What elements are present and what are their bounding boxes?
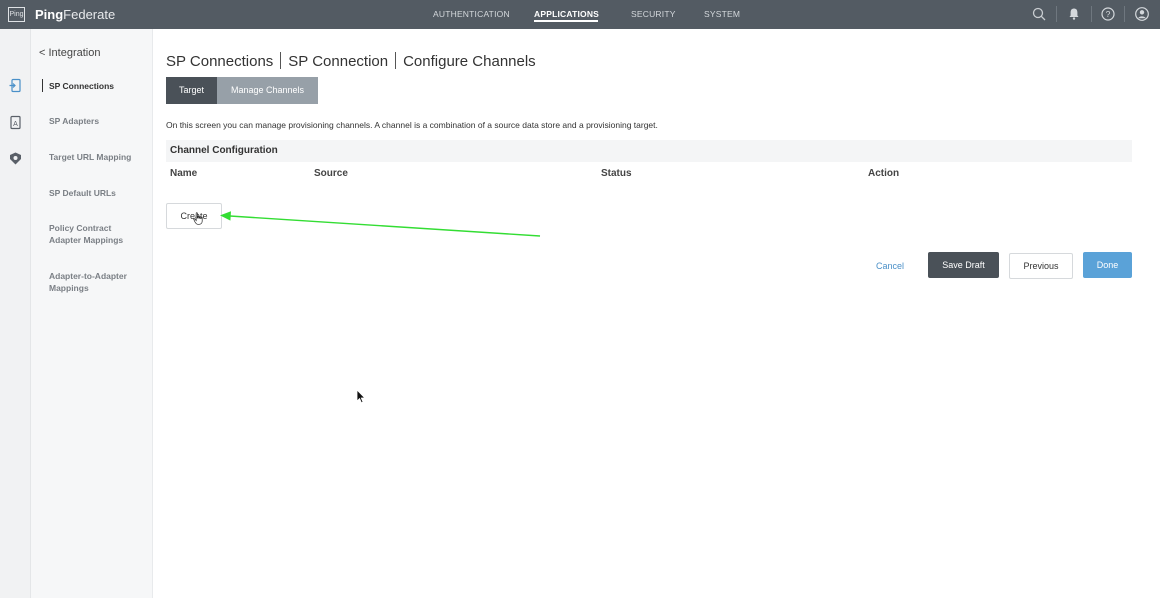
svg-text:?: ? [1106,9,1111,19]
bell-icon[interactable] [1066,6,1082,22]
save-draft-button[interactable]: Save Draft [928,252,999,278]
oauth-rail-icon[interactable] [8,151,23,166]
top-separator [1091,6,1092,22]
breadcrumb-item: SP Connection [288,53,389,70]
breadcrumb-item: Configure Channels [403,53,536,70]
sidebar-item-sp-connections[interactable]: SP Connections [49,80,144,92]
sidebar-item-sp-adapters[interactable]: SP Adapters [49,115,144,127]
cancel-button[interactable]: Cancel [866,259,914,273]
section-title: Channel Configuration [170,145,278,156]
search-icon[interactable] [1031,6,1047,22]
breadcrumb: SP Connections SP Connection Configure Cha… [166,52,536,71]
back-to-integration-link[interactable]: < Integration [39,47,100,59]
column-header-name: Name [170,168,198,179]
section-header-bar [166,140,1132,162]
column-header-action: Action [868,168,900,179]
svg-text:A: A [13,121,18,128]
page-description: On this screen you can manage provisioni… [166,120,658,130]
top-separator [1056,6,1057,22]
breadcrumb-separator [280,52,282,69]
document-rail-icon[interactable]: A [8,115,23,130]
tab-manage-channels[interactable]: Manage Channels [217,77,318,104]
top-navigation-bar: Ping PingFederate AUTHENTICATION APPLICA… [0,0,1160,29]
sidebar-item-target-url-mapping[interactable]: Target URL Mapping [49,151,144,163]
mouse-pointer-icon [356,389,366,404]
ping-logo: Ping [8,7,25,22]
breadcrumb-separator [395,52,397,69]
sidebar-item-sp-default-urls[interactable]: SP Default URLs [49,187,144,199]
nav-security[interactable]: SECURITY [631,9,676,20]
previous-button[interactable]: Previous [1009,253,1073,279]
nav-authentication[interactable]: AUTHENTICATION [433,9,510,20]
tab-target[interactable]: Target [166,77,217,104]
app-window: Ping PingFederate AUTHENTICATION APPLICA… [0,0,1160,598]
user-icon[interactable] [1134,6,1150,22]
sidebar-active-indicator [42,79,43,92]
left-icon-rail: A [0,29,31,598]
applications-rail-icon[interactable] [8,78,23,93]
hand-cursor-icon [193,212,203,225]
column-header-status: Status [601,168,632,179]
help-icon[interactable]: ? [1100,6,1116,22]
sidebar-item-adapter-to-adapter-mappings[interactable]: Adapter-to-Adapter Mappings [49,270,144,294]
brand-name: PingFederate [35,7,115,22]
sidebar-item-policy-contract-adapter-mappings[interactable]: Policy Contract Adapter Mappings [49,222,144,246]
top-separator [1124,6,1125,22]
nav-applications[interactable]: APPLICATIONS [534,9,599,20]
brand-bold: Ping [35,7,64,22]
done-button[interactable]: Done [1083,252,1132,278]
nav-system[interactable]: SYSTEM [704,9,740,20]
breadcrumb-item: SP Connections [166,53,274,70]
nav-active-underline [534,20,598,22]
brand-light: Federate [63,7,116,22]
column-header-source: Source [314,168,348,179]
